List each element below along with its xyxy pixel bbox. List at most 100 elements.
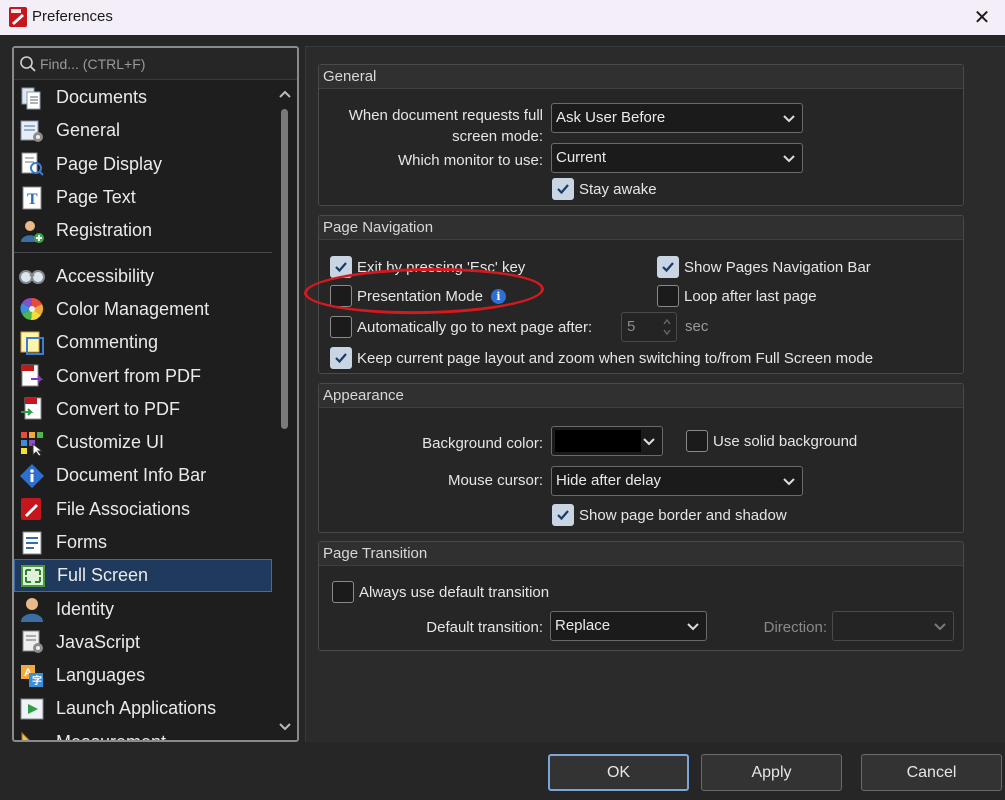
background-color-label: Background color: xyxy=(422,435,543,452)
sidebar-item-label: Forms xyxy=(56,532,107,552)
chevron-down-icon[interactable] xyxy=(278,722,292,732)
sidebar-item-customize-ui[interactable]: Customize UI xyxy=(14,426,272,459)
cancel-button[interactable]: Cancel xyxy=(861,754,1002,791)
sidebar-item-forms[interactable]: Forms xyxy=(14,526,272,559)
search-input[interactable] xyxy=(40,52,290,76)
sidebar-item-convert-from-pdf[interactable]: Convert from PDF xyxy=(14,359,272,392)
accessibility-icon xyxy=(17,262,47,290)
sidebar-item-page-text[interactable]: T Page Text xyxy=(14,181,272,214)
list-scrollbar[interactable] xyxy=(273,81,297,740)
appearance-group: Appearance Background color: Use solid b… xyxy=(318,383,964,533)
svg-text:字: 字 xyxy=(32,674,42,687)
sidebar-item-languages[interactable]: A字 Languages xyxy=(14,659,272,692)
page-navigation-group: Page Navigation Exit by pressing 'Esc' k… xyxy=(318,215,964,374)
general-icon xyxy=(17,117,47,145)
group-title: Page Navigation xyxy=(319,216,963,240)
forms-icon xyxy=(17,529,47,557)
color-swatch xyxy=(555,430,641,452)
sidebar-item-identity[interactable]: Identity xyxy=(14,592,272,625)
auto-next-checkbox[interactable]: Automatically go to next page after: xyxy=(330,316,592,338)
sidebar-item-documents[interactable]: Documents xyxy=(14,81,272,114)
page-display-icon xyxy=(17,150,47,178)
commenting-icon xyxy=(17,329,47,357)
sidebar-item-label: Page Display xyxy=(56,153,163,174)
sidebar-item-label: Commenting xyxy=(56,332,159,353)
registration-icon xyxy=(17,217,47,245)
search-icon xyxy=(20,56,36,72)
checkbox-box xyxy=(330,347,352,369)
sidebar-item-accessibility[interactable]: Accessibility xyxy=(14,259,272,292)
show-nav-bar-checkbox[interactable]: Show Pages Navigation Bar xyxy=(657,256,871,278)
sidebar-item-commenting[interactable]: Commenting xyxy=(14,326,272,359)
chevron-down-icon xyxy=(783,115,795,123)
close-button[interactable]: ✕ xyxy=(959,0,1005,35)
sidebar-item-label: Languages xyxy=(56,665,146,686)
background-color-picker[interactable] xyxy=(551,426,663,456)
mouse-cursor-combo[interactable]: Hide after delay xyxy=(551,466,803,496)
sidebar-item-file-associations[interactable]: File Associations xyxy=(14,493,272,526)
check-icon xyxy=(335,262,347,273)
svg-text:T: T xyxy=(27,191,38,208)
ok-button[interactable]: OK xyxy=(548,754,689,791)
dialog-footer: OK Apply Cancel xyxy=(0,742,1005,800)
pdf-app-icon xyxy=(9,7,27,27)
exit-esc-checkbox[interactable]: Exit by pressing 'Esc' key xyxy=(330,256,525,278)
document-info-bar-icon xyxy=(17,462,47,490)
full-screen-icon xyxy=(18,562,48,590)
loop-checkbox[interactable]: Loop after last page xyxy=(657,285,817,307)
auto-next-seconds-stepper[interactable]: 5 xyxy=(621,312,677,342)
sidebar-item-color-management[interactable]: Color Management xyxy=(14,293,272,326)
sidebar-item-label: Page Text xyxy=(56,187,136,208)
javascript-icon xyxy=(17,628,47,656)
presentation-mode-checkbox[interactable]: Presentation Mode i xyxy=(330,285,506,307)
identity-icon xyxy=(17,595,47,623)
keep-layout-checkbox[interactable]: Keep current page layout and zoom when s… xyxy=(330,347,873,369)
border-shadow-checkbox[interactable]: Show page border and shadow xyxy=(552,504,787,526)
scroll-thumb[interactable] xyxy=(281,109,288,429)
sidebar-item-page-display[interactable]: Page Display xyxy=(14,148,272,181)
sidebar-item-label: Documents xyxy=(56,87,148,108)
apply-button[interactable]: Apply xyxy=(701,754,842,791)
monitor-combo[interactable]: Current xyxy=(551,143,803,173)
sidebar-item-launch-applications[interactable]: Launch Applications xyxy=(14,692,272,725)
sidebar-item-label: Registration xyxy=(56,220,153,241)
check-icon xyxy=(662,262,674,273)
default-transition-label: Default transition: xyxy=(426,619,543,636)
sidebar-item-label: File Associations xyxy=(56,498,191,519)
check-icon xyxy=(335,353,347,364)
close-icon: ✕ xyxy=(973,7,991,29)
chevron-down-icon xyxy=(934,623,946,631)
stepper-arrows-icon xyxy=(663,318,671,336)
checkbox-box xyxy=(330,316,352,338)
sidebar-item-label: General xyxy=(56,120,121,141)
sidebar-item-convert-to-pdf[interactable]: Convert to PDF xyxy=(14,393,272,426)
convert-from-pdf-icon xyxy=(17,362,47,390)
checkbox-box xyxy=(686,430,708,452)
sidebar-item-label: Launch Applications xyxy=(56,698,217,719)
sidebar-item-full-screen[interactable]: Full Screen xyxy=(14,559,272,593)
color-management-icon xyxy=(17,295,47,323)
checkbox-box xyxy=(330,285,352,307)
sidebar-item-label: Full Screen xyxy=(57,565,149,586)
sidebar-item-label: Convert to PDF xyxy=(56,398,181,419)
measurement-icon xyxy=(17,728,47,740)
always-default-transition-checkbox[interactable]: Always use default transition xyxy=(332,581,549,603)
monitor-label: Which monitor to use: xyxy=(397,152,543,169)
chevron-up-icon[interactable] xyxy=(278,89,292,99)
direction-label: Direction: xyxy=(763,619,827,636)
sidebar-item-general[interactable]: General xyxy=(14,114,272,147)
sidebar-item-javascript[interactable]: JavaScript xyxy=(14,626,272,659)
fullscreen-request-combo[interactable]: Ask User Before xyxy=(551,103,803,133)
info-icon[interactable]: i xyxy=(490,288,506,304)
file-associations-icon xyxy=(17,495,47,523)
languages-icon: A字 xyxy=(17,662,47,690)
direction-combo xyxy=(832,611,954,641)
sidebar-item-label: JavaScript xyxy=(56,631,141,652)
default-transition-combo[interactable]: Replace xyxy=(550,611,707,641)
settings-panel: General When document requests full scre… xyxy=(305,46,1005,742)
sidebar-item-registration[interactable]: Registration xyxy=(14,214,272,247)
sidebar-item-document-info-bar[interactable]: Document Info Bar xyxy=(14,459,272,492)
solid-background-checkbox[interactable]: Use solid background xyxy=(686,430,857,452)
sidebar-item-measurement[interactable]: Measurement xyxy=(14,726,272,740)
stay-awake-checkbox[interactable]: Stay awake xyxy=(552,178,657,200)
